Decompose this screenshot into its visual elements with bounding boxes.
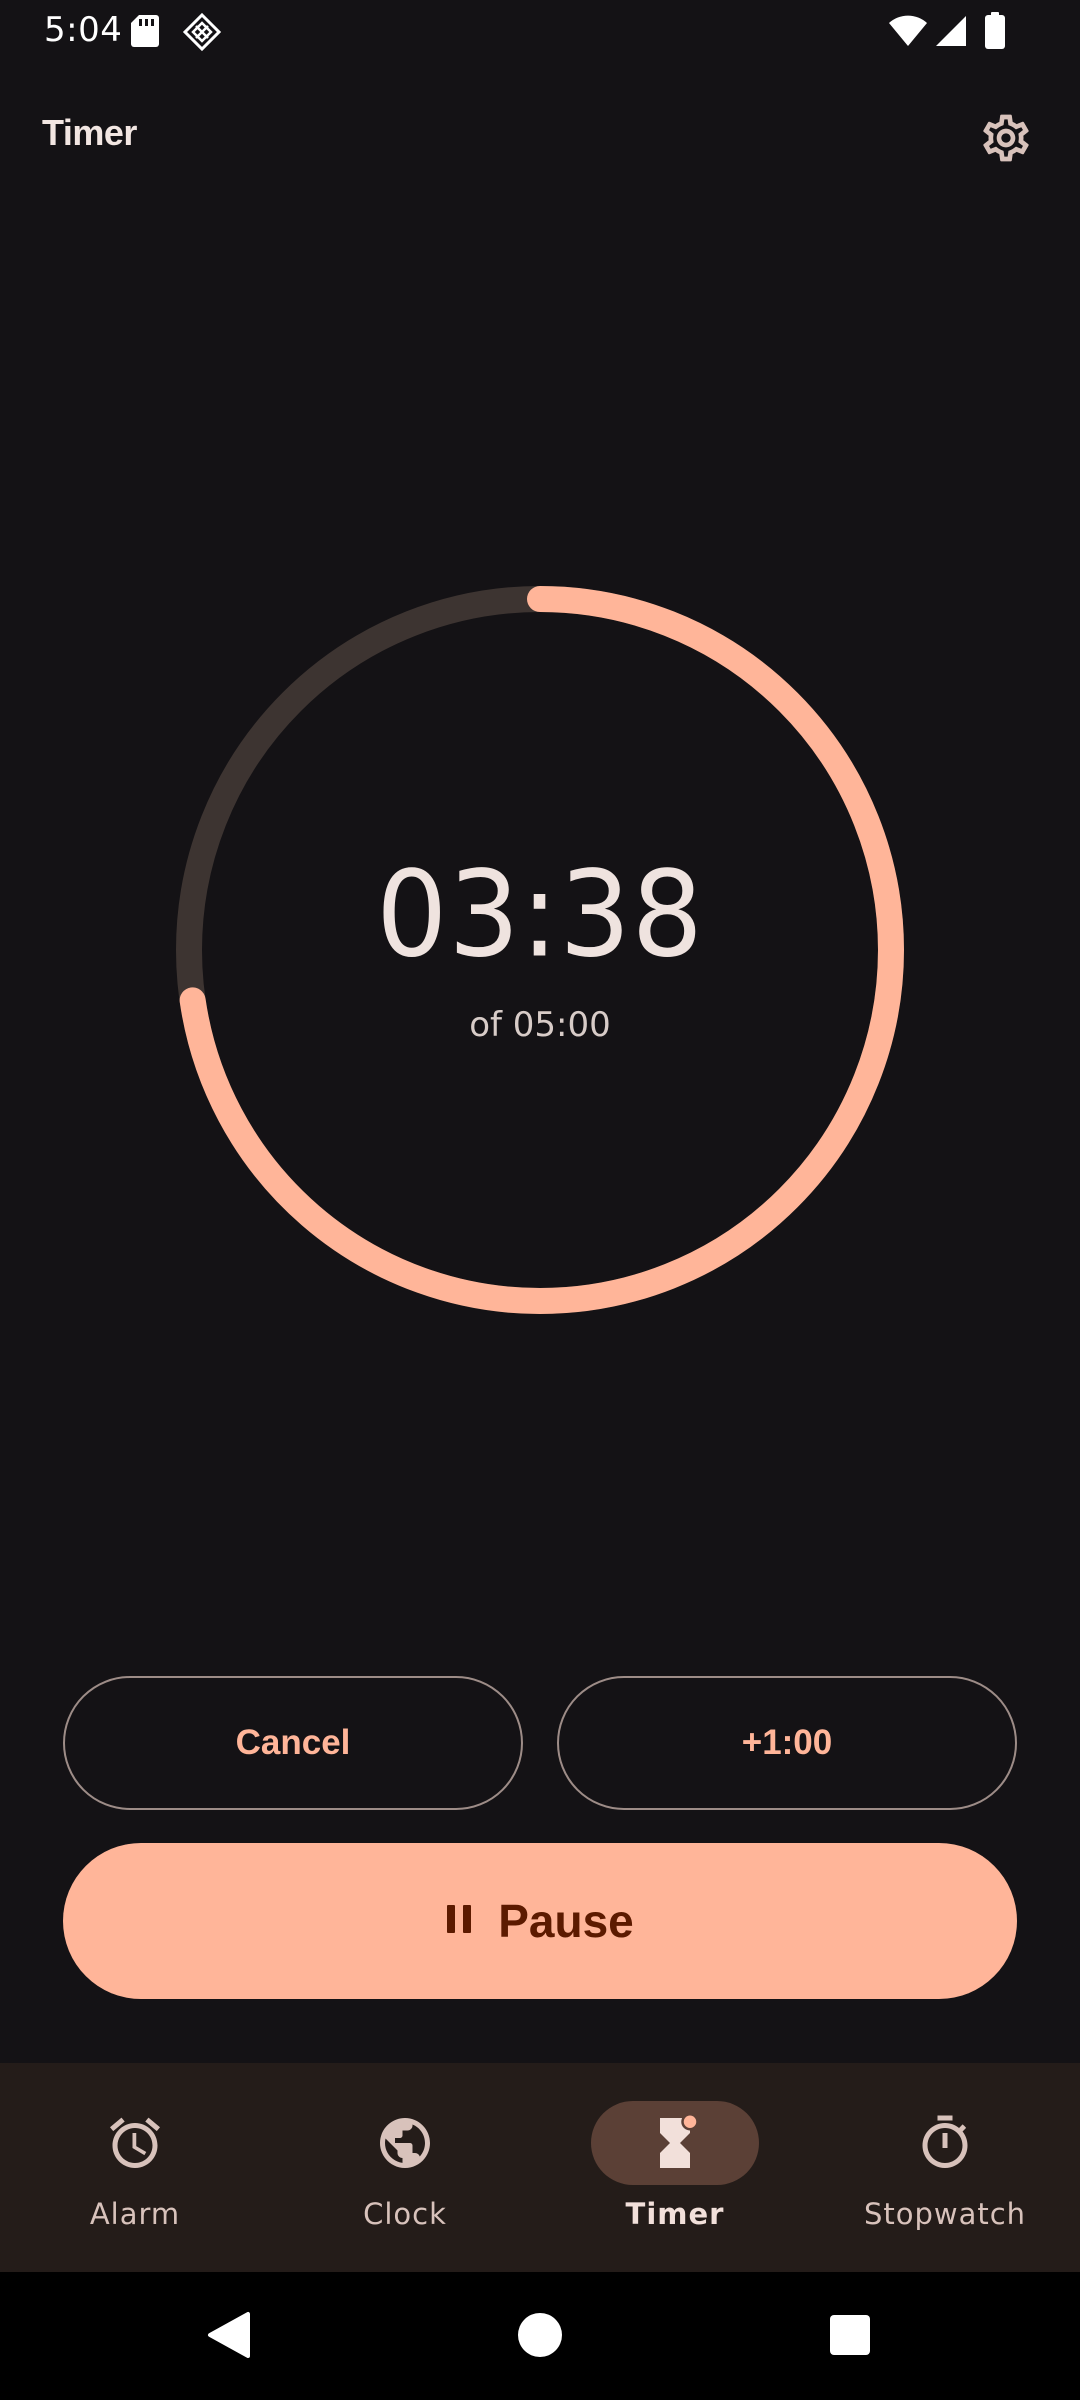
- system-navigation-bar: [0, 2272, 1080, 2400]
- back-icon: [206, 2310, 252, 2365]
- timer-remaining-time: 03:38: [376, 846, 704, 984]
- nav-item-clock[interactable]: Clock: [270, 2063, 540, 2272]
- recents-icon: [829, 2314, 871, 2361]
- nav-item-timer[interactable]: Timer: [540, 2063, 810, 2272]
- back-button[interactable]: [194, 2302, 264, 2372]
- stopwatch-icon: [915, 2113, 975, 2173]
- wifi-icon: [888, 14, 928, 53]
- clock-app-screen: 5:04 Timer 03:38 of 05:00 Cancel +1:00 P…: [0, 0, 1080, 2400]
- alarm-clock-icon: [105, 2113, 165, 2173]
- nav-label-alarm: Alarm: [89, 2197, 181, 2231]
- nav-item-stopwatch[interactable]: Stopwatch: [810, 2063, 1080, 2272]
- pause-icon: [446, 1904, 472, 1939]
- globe-icon: [375, 2113, 435, 2173]
- pause-button[interactable]: Pause: [63, 1843, 1017, 1999]
- hourglass-icon: [645, 2113, 705, 2173]
- nav-label-clock: Clock: [363, 2197, 447, 2231]
- nav-item-alarm[interactable]: Alarm: [0, 2063, 270, 2272]
- nav-label-stopwatch: Stopwatch: [863, 2197, 1027, 2231]
- recents-button[interactable]: [815, 2302, 885, 2372]
- home-icon: [517, 2312, 563, 2363]
- status-bar: 5:04: [0, 0, 1080, 64]
- cellular-signal-icon: [934, 14, 968, 53]
- home-button[interactable]: [505, 2302, 575, 2372]
- pause-button-label: Pause: [498, 1895, 634, 1947]
- battery-icon: [984, 12, 1006, 55]
- sd-card-icon: [130, 14, 160, 53]
- gear-icon: [978, 110, 1034, 171]
- status-time: 5:04: [44, 10, 123, 50]
- nav-label-timer: Timer: [625, 2197, 725, 2231]
- vpn-diamond-icon: [182, 12, 222, 57]
- add-one-minute-button[interactable]: +1:00: [557, 1676, 1017, 1810]
- page-title: Timer: [42, 112, 137, 153]
- bottom-navigation: Alarm Clock Timer Stopwatch: [0, 2063, 1080, 2272]
- cancel-button[interactable]: Cancel: [63, 1676, 523, 1810]
- settings-button[interactable]: [970, 104, 1042, 176]
- timer-total-duration: of 05:00: [469, 1005, 611, 1045]
